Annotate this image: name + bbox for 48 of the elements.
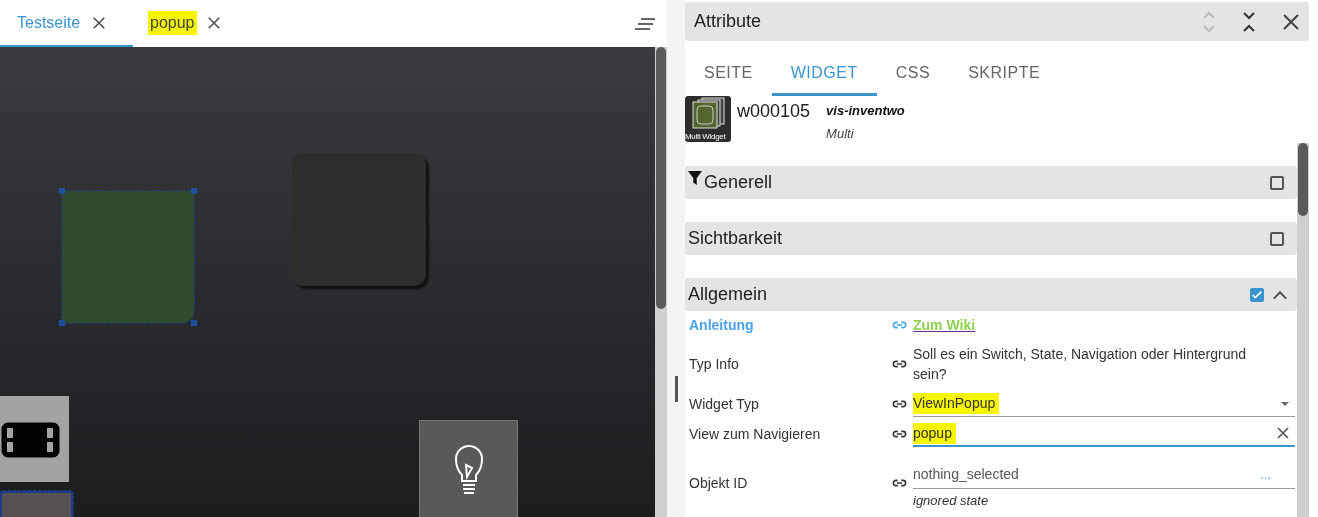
panel-tab[interactable]: SEITE [685,53,772,96]
lightbulb-icon [453,444,484,496]
close-icon[interactable] [92,15,107,30]
widget-tile[interactable] [292,153,426,286]
panel-tab[interactable]: CSS [876,53,950,96]
group-title: Sichtbarkeit [688,227,784,250]
dropdown-icon [1281,401,1289,406]
close-icon[interactable] [1282,12,1300,31]
thumbnail-caption: Multi Widget [685,133,726,141]
resize-handle[interactable] [191,320,197,326]
field-label: View zum Navigieren [688,424,822,444]
input-field[interactable]: nothing_selected ... [913,461,1295,490]
resize-handle[interactable] [59,320,65,326]
field-label: Widget Typ [688,394,760,414]
view-tab[interactable]: popup [133,0,236,47]
widget-type: Multi [826,124,855,143]
group-title: Allgemein [688,283,769,306]
group-header[interactable]: Generell [685,166,1297,199]
scrollbar[interactable] [1297,143,1309,517]
input-field[interactable]: popup [913,421,1295,447]
menu-icon[interactable] [635,16,655,31]
panel-title: Attribute [694,10,763,33]
resize-handle[interactable] [191,188,197,194]
checkbox[interactable] [1270,175,1284,190]
close-icon[interactable] [206,15,221,30]
widget-tile[interactable] [62,191,194,323]
widget-set: vis-inventwo [826,102,905,120]
group-title: Generell [704,171,774,194]
scrollbar[interactable] [655,47,667,517]
checkbox[interactable] [1270,231,1284,246]
resize-handle[interactable] [59,188,65,194]
widget-tile[interactable] [419,420,518,517]
widget-id: w000105 [737,100,811,123]
info-text: Soll es ein Switch, State, Navigation oder Hintergrund sein? [913,345,1248,384]
collapse-icon[interactable] [1242,9,1256,34]
group-header[interactable]: Allgemein [685,278,1297,311]
resize-handle[interactable] [674,375,678,402]
widget-stack-icon [690,97,726,130]
field-label: Typ Info [688,354,740,374]
checkbox[interactable] [1250,287,1264,302]
clear-icon[interactable] [1277,427,1289,439]
field-label: Objekt ID [688,473,749,493]
helper-text: ignored state [913,492,990,511]
group-header[interactable]: Sichtbarkeit [685,222,1297,255]
widget-tile[interactable] [0,396,69,482]
panel-tab[interactable]: SKRIPTE [949,53,1060,96]
field-label: Anleitung [688,315,755,335]
select-field[interactable]: ViewInPopup [913,391,1295,417]
